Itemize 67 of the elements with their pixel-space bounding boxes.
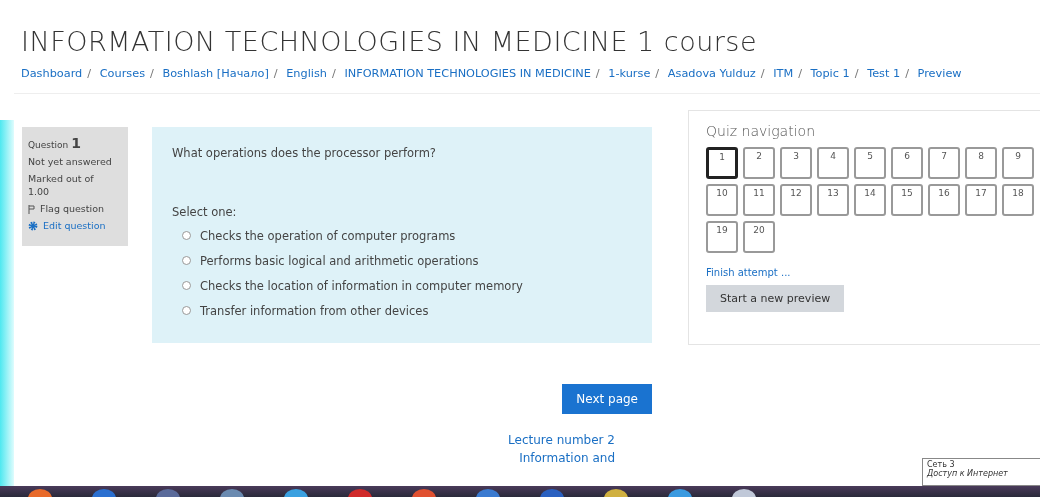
question-text: What operations does the processor perform? [172, 146, 437, 160]
question-number: Question 1 [28, 135, 82, 151]
breadcrumb-link[interactable]: Boshlash [Начало] [162, 67, 269, 80]
breadcrumb-separator: / [760, 67, 765, 80]
tooltip-title: Сеть 3 [927, 460, 956, 469]
breadcrumb-link[interactable]: Preview [917, 67, 962, 80]
breadcrumb-separator: / [273, 67, 278, 80]
question-status: Not yet answered [28, 155, 113, 168]
question-number-button[interactable]: 14 [854, 184, 886, 216]
next-activity-link[interactable]: Information and [519, 449, 615, 467]
radio-button[interactable] [182, 256, 191, 265]
breadcrumb-separator: / [595, 67, 600, 80]
answer-option[interactable]: Performs basic logical and arithmetic operations [200, 253, 479, 268]
breadcrumb-link[interactable]: Topic 1 [810, 67, 850, 80]
tooltip-text: Доступ к Интернет [927, 469, 1009, 478]
next-activity-link[interactable]: Lecture number 2 [508, 431, 615, 449]
question-number-button[interactable]: 7 [928, 147, 960, 179]
question-number-button[interactable]: 16 [928, 184, 960, 216]
breadcrumb-link[interactable]: 1-kurse [608, 67, 651, 80]
answer-option[interactable]: Checks the operation of computer programs [200, 228, 456, 243]
question-number-button[interactable]: 6 [891, 147, 923, 179]
question-number-button[interactable]: 19 [706, 221, 738, 253]
breadcrumb-separator: / [332, 67, 336, 80]
quiz-navigation-title: Quiz navigation [706, 123, 816, 139]
breadcrumb-link[interactable]: INFORMATION TECHNOLOGIES IN MEDICINE [344, 67, 591, 80]
question-number-button[interactable]: 8 [965, 147, 997, 179]
breadcrumb-separator: / [798, 67, 802, 80]
question-number-button[interactable]: 4 [817, 147, 849, 179]
answer-option[interactable]: Checks the location of information in computer memory [200, 278, 523, 293]
answer-option[interactable]: Transfer information from other devices [200, 303, 429, 318]
settings-icon [28, 221, 38, 231]
question-number-button[interactable]: 17 [965, 184, 997, 216]
breadcrumb-link[interactable]: ITM [773, 67, 794, 80]
next-page-button[interactable]: Next page [562, 384, 652, 414]
page-title: INFORMATION TECHNOLOGIES IN MEDICINE 1 course [20, 25, 759, 57]
breadcrumb-separator: / [854, 67, 859, 80]
question-number-button[interactable]: 12 [780, 184, 812, 216]
breadcrumb-separator: / [905, 67, 909, 80]
breadcrumb-separator: / [87, 67, 92, 80]
breadcrumb-link[interactable]: Asadova Yulduz [667, 67, 756, 80]
breadcrumb-separator: / [655, 67, 660, 80]
question-number-button[interactable]: 3 [780, 147, 812, 179]
breadcrumb-link[interactable]: English [286, 67, 327, 80]
edit-question-link[interactable]: Edit question [43, 219, 106, 232]
question-number-button[interactable]: 15 [891, 184, 923, 216]
radio-button[interactable] [182, 231, 191, 240]
question-number-button[interactable]: 20 [743, 221, 775, 253]
question-number-button[interactable]: 10 [706, 184, 738, 216]
select-prompt: Select one: [172, 205, 238, 219]
breadcrumb-link[interactable]: Dashboard [21, 67, 83, 80]
breadcrumb-link[interactable]: Courses [99, 67, 146, 80]
question-marks: Marked out of 1.00 [28, 172, 95, 198]
question-number-button[interactable]: 5 [854, 147, 886, 179]
start-new-preview-button[interactable]: Start a new preview [706, 285, 845, 312]
question-number-button[interactable]: 9 [1002, 147, 1034, 179]
breadcrumb-link[interactable]: Test 1 [867, 67, 901, 80]
question-number-button[interactable]: 13 [817, 184, 849, 216]
radio-button[interactable] [182, 281, 191, 290]
flag-question-link[interactable]: Flag question [40, 202, 105, 215]
question-number-button[interactable]: 18 [1002, 184, 1034, 216]
radio-button[interactable] [182, 306, 191, 315]
question-number-button[interactable]: 11 [743, 184, 775, 216]
breadcrumb-separator: / [150, 67, 154, 80]
finish-attempt-link[interactable]: Finish attempt ... [706, 267, 1040, 278]
flag-icon [28, 205, 35, 214]
question-number-button[interactable]: 2 [743, 147, 775, 179]
question-number-button[interactable]: 1 [706, 147, 738, 179]
